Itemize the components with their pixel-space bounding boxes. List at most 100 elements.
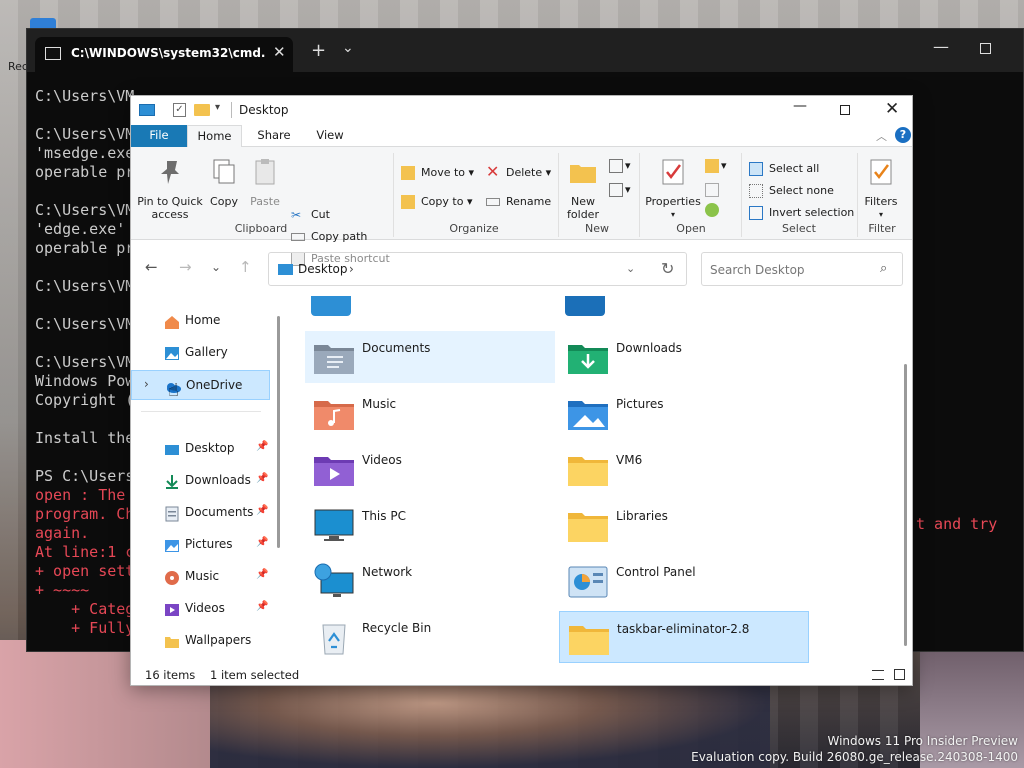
hand-cursor-icon: ☝ [168,380,179,401]
collapse-ribbon-icon[interactable]: ︿ [876,128,887,144]
file-item[interactable]: Network [305,555,555,607]
breadcrumb-chevron-icon[interactable]: › [349,262,354,276]
maximize-button[interactable] [840,105,850,115]
pin-icon[interactable]: 📌 [256,505,268,516]
filters-icon [870,159,892,185]
select-all-button[interactable]: Select all [749,160,819,178]
file-item[interactable]: Control Panel [559,555,809,607]
minimize-button[interactable]: — [793,98,807,114]
invert-selection-icon [749,206,763,220]
customize-toolbar-icon[interactable]: ▾ [215,102,220,113]
tab-home[interactable]: Home [187,125,242,148]
file-item-label: This PC [362,509,406,523]
invert-selection-button[interactable]: Invert selection [749,204,854,222]
help-icon[interactable]: ? [895,127,911,143]
file-item-label: Downloads [616,341,682,355]
nav-item-music[interactable]: Music 📌 [131,562,270,592]
back-button[interactable]: ← [145,258,158,276]
history-icon [705,203,719,217]
onedrive-partial-icon[interactable] [311,296,351,316]
delete-button[interactable]: ✕ Delete ▾ [486,163,551,182]
file-item[interactable]: Documents [305,331,555,383]
file-item[interactable]: VM6 [559,443,809,495]
new-item-button[interactable]: ▾ [609,157,631,175]
desktop-shortcut-label[interactable]: Rec [8,60,28,73]
pin-icon[interactable]: 📌 [256,441,268,452]
search-icon[interactable]: ⌕ [880,261,887,276]
file-explorer-window: ✓ ▾ Desktop — ✕ File Home Share View ︿ ?… [130,95,913,686]
this-pc-icon [313,507,355,543]
nav-item-documents[interactable]: Documents 📌 [131,498,270,528]
tab-file[interactable]: File [131,125,187,148]
properties-button[interactable]: Properties ▾ [645,157,701,221]
folder-icon [568,620,610,656]
properties-label: Properties [645,195,701,208]
file-item[interactable]: taskbar-eliminator-2.8 [559,611,809,663]
nav-item-desktop[interactable]: Desktop 📌 [131,434,270,464]
file-item[interactable]: Music [305,387,555,439]
filter-group-label: Filter [868,222,896,235]
copy-button[interactable]: Copy [207,157,241,208]
desktop-partial-icon[interactable] [565,296,605,316]
nav-item-onedrive[interactable]: › OneDrive [131,370,270,400]
address-bar[interactable]: Desktop › ⌄ ↻ [268,252,687,286]
file-item[interactable]: Pictures [559,387,809,439]
file-item[interactable]: Libraries [559,499,809,551]
divider [639,153,640,237]
close-button[interactable]: ✕ [885,99,899,119]
downloads-folder-icon [567,339,609,375]
file-item[interactable]: Recycle Bin [305,611,555,663]
tab-share[interactable]: Share [249,125,299,148]
open-button[interactable]: ▾ [705,157,727,175]
title-bar[interactable]: ✓ ▾ Desktop — ✕ [131,96,912,125]
easy-access-button[interactable]: ▾ [609,181,631,199]
pin-to-quick-access-button[interactable]: Pin to Quick access [137,157,203,221]
up-button[interactable]: ↑ [239,258,252,276]
forward-button[interactable]: → [179,258,192,276]
pin-icon[interactable]: 📌 [256,473,268,484]
pin-icon[interactable]: 📌 [256,569,268,580]
rename-button[interactable]: Rename [486,193,551,211]
nav-scrollbar[interactable] [277,316,280,548]
content-scrollbar[interactable] [904,364,907,646]
address-dropdown-icon[interactable]: ⌄ [626,262,635,275]
details-view-button[interactable] [872,670,884,680]
new-folder-button[interactable]: New folder [563,157,603,221]
refresh-icon[interactable]: ↻ [661,259,674,278]
search-input[interactable]: Search Desktop ⌕ [701,252,903,286]
nav-item-pictures[interactable]: Pictures 📌 [131,530,270,560]
file-item[interactable]: Videos [305,443,555,495]
new-tab-button[interactable]: + [311,40,326,61]
tab-view[interactable]: View [307,125,353,148]
terminal-minimize-button[interactable]: — [933,37,949,56]
select-none-button[interactable]: Select none [749,182,834,200]
terminal-tab[interactable]: C:\WINDOWS\system32\cmd. ✕ [35,37,293,72]
tab-dropdown-button[interactable]: ⌄ [342,40,354,56]
pin-icon[interactable]: 📌 [256,537,268,548]
nav-item-wallpapers[interactable]: Wallpapers [131,626,270,656]
nav-item-videos[interactable]: Videos 📌 [131,594,270,624]
new-folder-quick-icon[interactable] [194,104,210,116]
nav-item-label: Home [185,313,221,327]
move-to-button[interactable]: Move to ▾ [401,164,474,182]
open-group-label: Open [676,222,706,235]
file-item[interactable]: This PC [305,499,555,551]
nav-item-home[interactable]: Home [131,306,270,336]
large-icons-view-button[interactable] [894,669,905,680]
properties-quick-icon[interactable]: ✓ [173,103,186,117]
copy-to-button[interactable]: Copy to ▾ [401,193,472,211]
expand-chevron-icon[interactable]: › [144,377,149,391]
pin-icon [161,161,179,184]
pin-icon[interactable]: 📌 [256,601,268,612]
videos-icon [164,602,180,617]
network-icon [313,563,355,599]
terminal-maximize-button[interactable] [980,43,991,54]
nav-item-gallery[interactable]: Gallery [131,338,270,368]
paste-button[interactable]: Paste [248,157,282,208]
file-item[interactable]: Downloads [559,331,809,383]
recent-locations-button[interactable]: ⌄ [211,260,221,274]
close-tab-icon[interactable]: ✕ [273,43,286,61]
nav-item-downloads[interactable]: Downloads 📌 [131,466,270,496]
address-path[interactable]: Desktop [298,262,348,276]
filters-button[interactable]: Filters ▾ [861,157,901,221]
